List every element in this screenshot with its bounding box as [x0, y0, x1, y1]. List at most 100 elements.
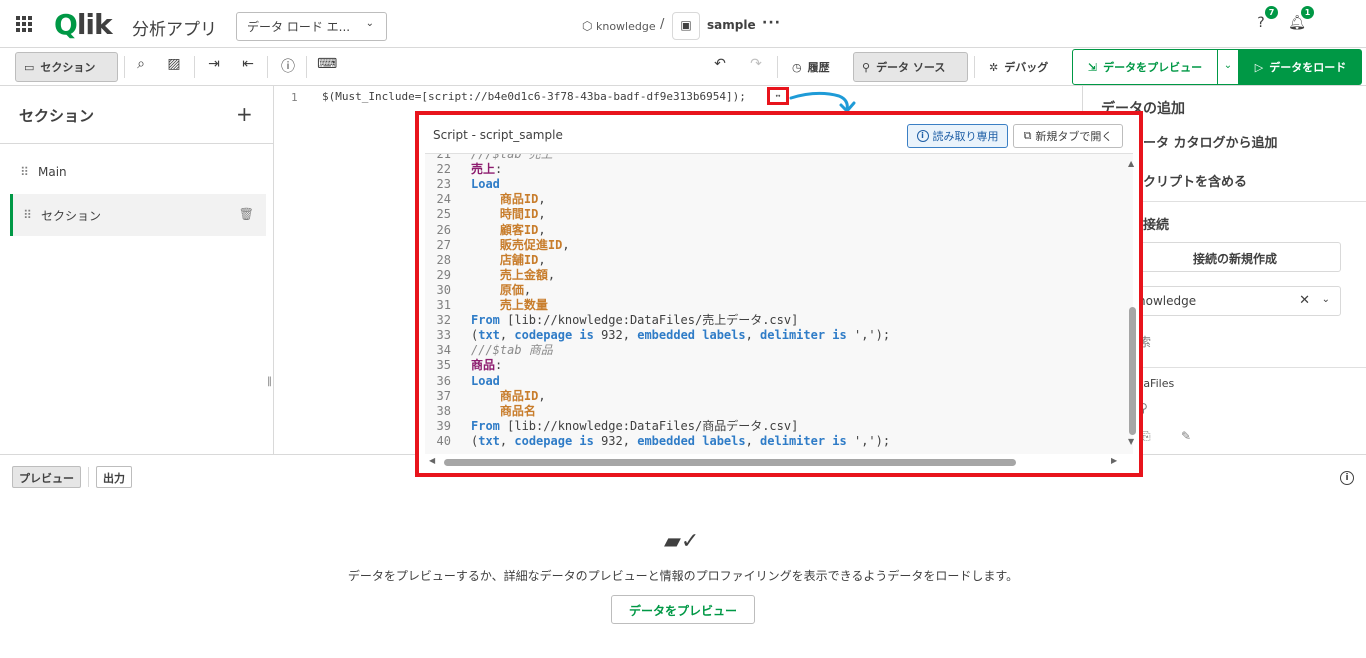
outdent-icon[interactable]: ⇤	[238, 56, 258, 76]
chevron-down-icon: ⌄	[1321, 294, 1330, 305]
indent-icon[interactable]: ⇥	[204, 56, 224, 76]
new-connection-button[interactable]: 接続の新規作成	[1129, 242, 1341, 272]
play-icon: ▷	[1254, 60, 1264, 74]
preview-icon: ⇲	[1087, 60, 1098, 74]
readonly-button[interactable]: i 読み取り専用	[907, 124, 1008, 148]
history-button[interactable]: ◷ 履歴	[783, 52, 839, 82]
drag-handle-icon[interactable]: ⠿	[13, 208, 41, 222]
more-options-icon[interactable]: ···	[762, 15, 781, 31]
preview-data-label: データをプレビュー	[1103, 61, 1203, 74]
code-line-number: 25	[436, 207, 451, 222]
keyboard-icon[interactable]: ⌨	[317, 56, 337, 76]
code-token: Load	[471, 177, 500, 192]
code-line-number: 21	[436, 153, 451, 161]
panel-icon: ▭	[24, 60, 35, 74]
include-script-link[interactable]: クリプトを含める	[1143, 171, 1247, 190]
code-line: 22 売上:	[425, 162, 1125, 177]
view-select[interactable]: データ ロード エ... ⌄	[236, 12, 387, 41]
code-line: 35 商品:	[425, 358, 1125, 373]
editor-toolbar: ▭ セクション ⌕ ▨ ⇥ ⇤ ⓘ ⌨ ↶ ↷ ◷ 履歴 ⚲ データ ソース ✲…	[0, 48, 1366, 86]
vertical-scrollbar[interactable]: ▲ ▼	[1127, 159, 1137, 449]
code-line-number: 24	[436, 192, 451, 207]
code-line: 40 (txt, codepage is 932, embedded labels…	[425, 434, 1125, 449]
debug-button[interactable]: ✲ デバッグ	[980, 52, 1057, 82]
scroll-up-icon[interactable]: ▲	[1128, 159, 1134, 168]
code-line-number: 28	[436, 252, 451, 267]
code-line-number: 30	[436, 282, 451, 297]
search-icon[interactable]: ⌕	[131, 56, 151, 76]
horizontal-scrollbar[interactable]: ◀ ▶	[427, 455, 1127, 469]
space-select[interactable]: nowledge ✕ ⌄	[1129, 286, 1341, 316]
fold-marker[interactable]: ↔	[767, 87, 789, 105]
code-token: :	[495, 358, 503, 373]
edit-connection-icon[interactable]: ✎	[1181, 429, 1191, 443]
toolbar-divider	[306, 56, 307, 78]
catalog-link[interactable]: ータ カタログから追加	[1143, 132, 1278, 151]
scrollbar-thumb[interactable]	[1129, 307, 1136, 435]
code-line-number: 27	[436, 237, 451, 252]
tab-output[interactable]: 出力	[96, 466, 132, 488]
code-line-number: 35	[436, 358, 451, 373]
code-token: ,	[745, 433, 761, 448]
info-icon[interactable]: i	[1340, 471, 1354, 485]
qlik-logo[interactable]: Qlik	[54, 8, 113, 41]
help-circle-icon[interactable]: ⓘ	[278, 56, 298, 76]
code-line-number: 34	[436, 343, 451, 358]
space-icon: ⬡	[582, 19, 593, 33]
help-button[interactable]: ? 7	[1252, 6, 1278, 33]
empty-preview-button[interactable]: データをプレビュー	[611, 595, 755, 624]
code-token: ,	[499, 433, 515, 448]
script-line[interactable]: $(Must_Include=[script://b4e0d1c6-3f78-4…	[322, 90, 746, 103]
script-code-view[interactable]: 21///$tab 売上 22 売上: 23 Load 24 商品ID, 25 時間ID, 2…	[425, 153, 1133, 454]
scrollbar-thumb[interactable]	[444, 459, 1016, 466]
connection-item-datafiles[interactable]: taFiles	[1139, 377, 1174, 390]
code-line: 24 商品ID,	[425, 192, 1125, 207]
script-popup: Script - script_sample i 読み取り専用 ⧉ 新規タブで開…	[415, 111, 1143, 477]
app-launcher-icon[interactable]	[16, 16, 32, 32]
code-line-number: 23	[436, 177, 451, 192]
sidebar-item-section[interactable]: ⠿ セクション 🗑︎	[10, 194, 266, 236]
comment-icon[interactable]: ▨	[164, 56, 184, 76]
notifications-button[interactable]: 🔔︎ 1	[1288, 6, 1314, 33]
datasource-button[interactable]: ⚲ データ ソース	[853, 52, 968, 82]
view-select-value: データ ロード エ...	[247, 20, 351, 34]
code-token: embedded labels	[637, 328, 746, 343]
code-token: 時間ID	[499, 207, 539, 222]
bug-icon: ✲	[989, 60, 999, 74]
code-token: Load	[471, 373, 500, 388]
load-data-button[interactable]: ▷ データをロード	[1239, 49, 1362, 85]
scroll-left-icon[interactable]: ◀	[429, 456, 435, 465]
drag-handle-icon[interactable]: ⠿	[10, 165, 38, 179]
code-line-number: 32	[436, 313, 451, 328]
notifications-badge: 1	[1301, 6, 1314, 19]
resize-handle-icon[interactable]: ‖	[267, 376, 272, 387]
code-token: txt	[478, 433, 500, 448]
breadcrumb-app[interactable]: sample	[707, 18, 756, 32]
preview-options-button[interactable]: ⌄	[1217, 49, 1239, 85]
toolbar-divider	[777, 56, 778, 78]
section-toggle-button[interactable]: ▭ セクション	[15, 52, 118, 82]
code-token: ,	[523, 282, 532, 297]
scroll-right-icon[interactable]: ▶	[1111, 456, 1117, 465]
preview-data-button[interactable]: ⇲ データをプレビュー	[1072, 49, 1218, 85]
tab-divider	[88, 467, 89, 487]
sidebar-item-label: セクション	[41, 208, 102, 223]
scroll-down-icon[interactable]: ▼	[1128, 437, 1134, 446]
trash-icon[interactable]: 🗑︎	[239, 207, 254, 221]
toolbar-divider	[194, 56, 195, 78]
undo-icon[interactable]: ↶	[710, 56, 730, 76]
add-section-icon[interactable]: +	[236, 102, 253, 126]
open-new-tab-button[interactable]: ⧉ 新規タブで開く	[1013, 124, 1123, 148]
code-token: 932,	[593, 328, 638, 343]
code-line-number: 29	[436, 267, 451, 282]
code-line: 32 From [lib://knowledge:DataFiles/売上データ.…	[425, 313, 1125, 328]
toolbar-divider	[974, 56, 975, 78]
redo-icon[interactable]: ↷	[746, 56, 766, 76]
toolbar-divider	[124, 56, 125, 78]
breadcrumb-space[interactable]: ⬡ knowledge	[582, 19, 656, 33]
tab-preview[interactable]: プレビュー	[12, 466, 81, 488]
sidebar-item-main[interactable]: ⠿ Main	[10, 151, 266, 193]
clear-icon[interactable]: ✕	[1299, 293, 1310, 308]
code-token: ,	[745, 328, 761, 343]
